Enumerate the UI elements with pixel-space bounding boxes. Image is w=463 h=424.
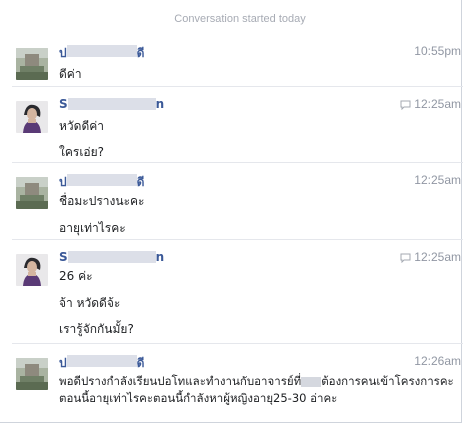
sender-name-visible: ดี (136, 175, 145, 189)
sender-name-visible: n (155, 97, 165, 111)
redacted-name (66, 174, 137, 186)
message-text: 26 ค่ะ (59, 269, 93, 283)
avatar[interactable] (16, 48, 48, 80)
redacted-name (66, 45, 137, 57)
timestamp: 12:25am (414, 97, 461, 111)
message-group: Sn 12:25am หวัดดีค่า ใครเอ่ย? (0, 86, 463, 159)
sender-name[interactable]: ป ดี (59, 173, 144, 189)
profile-photo-icon (16, 254, 48, 286)
message-group: ป ดี 10:55pm ดีค่า (0, 44, 463, 84)
sender-name[interactable]: ป ดี (59, 44, 144, 60)
message-text: หวัดดีค่า (59, 119, 104, 133)
sender-name-visible: ป (59, 356, 67, 370)
profile-photo-icon (16, 177, 48, 209)
message-text: อายุเท่าไรคะ (59, 221, 126, 235)
message-text: ดีค่า (59, 67, 82, 81)
message-group: ป ดี 12:25am ชื่อมะปรางนะคะ อายุเท่าไรคะ (0, 162, 463, 235)
reply-icon[interactable] (400, 100, 411, 110)
message-divider (12, 343, 463, 344)
timestamp: 12:25am (414, 173, 461, 187)
message-group: Sn 12:25am 26 ค่ะ จ้า หวัดดีจ้ะ เรารู้จั… (0, 239, 463, 340)
message-divider (12, 86, 463, 87)
message-divider (12, 162, 463, 163)
timestamp: 12:25am (414, 250, 461, 264)
avatar[interactable] (16, 254, 48, 286)
profile-photo-icon (16, 101, 48, 133)
sender-name-visible: ดี (136, 46, 145, 60)
timestamp: 10:55pm (414, 44, 461, 58)
sender-name-visible: n (155, 250, 165, 264)
message-text: จ้า หวัดดีจ้ะ (59, 296, 121, 310)
message-group: ป ดี 12:26am พอดีปรางกำลังเรียนปอโทและทำง… (0, 343, 463, 424)
sender-name-visible: ดี (136, 356, 145, 370)
profile-photo-icon (16, 48, 48, 80)
message-text: พอดีปรางกำลังเรียนปอโทและทำงานกับอาจารย์… (59, 373, 454, 407)
chat-panel: Conversation started today ปดี 10:55pm ด… (0, 0, 463, 424)
redacted-text (301, 376, 322, 387)
reply-icon[interactable] (400, 253, 411, 263)
sender-name-visible: ป (59, 175, 67, 189)
avatar[interactable] (16, 101, 48, 133)
sender-name[interactable]: Sn (59, 250, 164, 264)
redacted-name (67, 98, 156, 110)
sender-name-visible: ป (59, 46, 67, 60)
message-divider (12, 239, 463, 240)
redacted-name (66, 355, 137, 367)
avatar[interactable] (16, 358, 48, 390)
redacted-name (67, 251, 156, 263)
message-text: ใครเอ่ย? (59, 145, 105, 159)
conversation-start-notice: Conversation started today (174, 13, 306, 25)
avatar[interactable] (16, 177, 48, 209)
sender-name[interactable]: Sn (59, 97, 164, 111)
profile-photo-icon (16, 358, 48, 390)
timestamp: 12:26am (414, 354, 461, 368)
sender-name-visible: S (59, 97, 68, 111)
message-text: เรารู้จักกันมั้ย? (59, 322, 134, 336)
sender-name-visible: S (59, 250, 68, 264)
message-text: ชื่อมะปรางนะคะ (59, 194, 145, 208)
message-text-part: พอดีปรางกำลังเรียนปอโทและทำงานกับอาจารย์… (59, 374, 302, 388)
sender-name[interactable]: ป ดี (59, 354, 144, 370)
